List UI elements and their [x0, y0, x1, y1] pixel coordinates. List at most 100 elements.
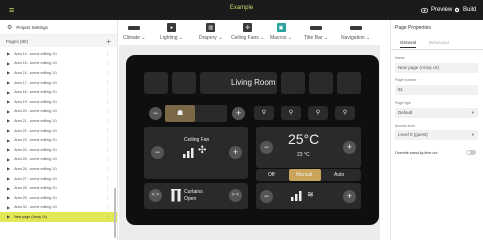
more-options-icon[interactable]: ⋮ [105, 195, 110, 201]
page-list-item[interactable]: ▶ Area 19 - scene editing 1/1 ⋮ [0, 97, 117, 107]
fan-minus-button[interactable]: − [151, 146, 164, 159]
empty-tile[interactable] [309, 72, 333, 94]
page-list-item[interactable]: ▶ Area 22 - scene editing 1/1 ⋮ [0, 126, 117, 136]
climate-fan-minus-button[interactable]: − [260, 190, 273, 203]
name-field[interactable]: New page (Array UI) [395, 63, 478, 73]
page-list-item[interactable]: ▶ Area 15 - scene editing 1/1 ⋮ [0, 59, 117, 69]
mode-manual-button[interactable]: Manual [289, 169, 321, 181]
more-options-icon[interactable]: ⋮ [105, 166, 110, 172]
page-type-select[interactable]: Default ▾ [395, 108, 478, 118]
more-options-icon[interactable]: ⋮ [105, 147, 110, 153]
more-options-icon[interactable]: ⋮ [105, 214, 110, 220]
toolbar-item-title-bar[interactable]: Title Bar ⌄ [304, 23, 328, 45]
sidebar-scrollbar[interactable] [114, 188, 116, 238]
tab-general[interactable]: General [400, 40, 417, 48]
more-options-icon[interactable]: ⋮ [105, 70, 110, 76]
override-timeout-toggle[interactable] [466, 150, 476, 155]
expand-arrow-icon[interactable]: ▶ [7, 51, 10, 56]
climate-minus-button[interactable]: − [260, 141, 273, 154]
empty-tile[interactable] [281, 72, 305, 94]
empty-tile[interactable] [337, 72, 361, 94]
access-level-select[interactable]: Level 0 (guest) ▾ [395, 130, 478, 140]
more-options-icon[interactable]: ⋮ [105, 99, 110, 105]
expand-arrow-icon[interactable]: ▶ [7, 61, 10, 66]
more-options-icon[interactable]: ⋮ [105, 204, 110, 210]
light-bulb-icon[interactable]: ⚲ [308, 106, 328, 120]
more-options-icon[interactable]: ⋮ [105, 60, 110, 66]
more-options-icon[interactable]: ⋮ [105, 137, 110, 143]
page-list-item[interactable]: ▶ Area 30 - scene editing 1/1 ⋮ [0, 203, 117, 213]
page-list-item[interactable]: ▶ Area 25 - scene editing 1/1 ⋮ [0, 155, 117, 165]
mode-off-button[interactable]: Off [268, 172, 275, 178]
preview-button[interactable]: Preview [421, 5, 452, 15]
climate-fan-plus-button[interactable]: + [343, 190, 356, 203]
expand-arrow-icon[interactable]: ▶ [7, 195, 10, 200]
page-list-item[interactable]: ▶ New page (Array UI) ⋮ [0, 212, 117, 222]
tab-behaviour[interactable]: Behaviour [429, 40, 449, 45]
more-options-icon[interactable]: ⋮ [105, 118, 110, 124]
expand-arrow-icon[interactable]: ▶ [7, 80, 10, 85]
brightness-plus-button[interactable]: + [232, 107, 245, 120]
expand-arrow-icon[interactable]: ▶ [7, 99, 10, 104]
mode-auto-button[interactable]: Auto [334, 172, 344, 178]
toolbar-item-macros[interactable]: ▣ Macros ⌄ [270, 23, 292, 45]
page-list-item[interactable]: ▶ Area 24 - scene editing 1/1 ⋮ [0, 145, 117, 155]
toolbar-item-drapery[interactable]: ▥ Drapery ⌄ [199, 23, 222, 45]
light-bulb-icon[interactable]: ⚲ [281, 106, 301, 120]
more-options-icon[interactable]: ⋮ [105, 185, 110, 191]
expand-arrow-icon[interactable]: ▶ [7, 214, 10, 219]
expand-arrow-icon[interactable]: ▶ [7, 138, 10, 143]
more-options-icon[interactable]: ⋮ [105, 156, 110, 162]
page-list-item[interactable]: ▶ Area 18 - scene editing 1/1 ⋮ [0, 87, 117, 97]
fan-plus-button[interactable]: + [229, 146, 242, 159]
page-number-field[interactable]: 81 [395, 85, 478, 95]
light-bulb-icon[interactable]: ⚲ [335, 106, 355, 120]
add-page-icon[interactable]: + [106, 37, 111, 46]
more-options-icon[interactable]: ⋮ [105, 108, 110, 114]
more-options-icon[interactable]: ⋮ [105, 80, 110, 86]
expand-arrow-icon[interactable]: ▶ [7, 90, 10, 95]
curtains-open-button[interactable]: < > [149, 189, 162, 202]
curtains-close-button[interactable]: > < [229, 189, 242, 202]
toolbar-item-navigation[interactable]: Navigation ⌄ [341, 23, 370, 45]
page-list-item[interactable]: ▶ Area 14 - scene editing 1/1 ⋮ [0, 49, 117, 59]
page-list-item[interactable]: ▶ Area 16 - scene editing 1/1 ⋮ [0, 68, 117, 78]
expand-arrow-icon[interactable]: ▶ [7, 157, 10, 162]
more-options-icon[interactable]: ⋮ [105, 128, 110, 134]
expand-arrow-icon[interactable]: ▶ [7, 109, 10, 114]
brightness-minus-button[interactable]: − [149, 107, 162, 120]
expand-arrow-icon[interactable]: ▶ [7, 128, 10, 133]
toolbar-item-lighting[interactable]: ● Lighting ⌄ [160, 23, 183, 45]
expand-arrow-icon[interactable]: ▶ [7, 186, 10, 191]
toolbar-item-ceiling-fans[interactable]: ✣ Ceiling Fans ⌄ [231, 23, 264, 45]
climate-plus-button[interactable]: + [343, 141, 356, 154]
more-options-icon[interactable]: ⋮ [105, 176, 110, 182]
page-list-item[interactable]: ▶ Area 27 - scene editing 1/1 ⋮ [0, 174, 117, 184]
page-list-item[interactable]: ▶ Area 29 - scene editing 1/1 ⋮ [0, 193, 117, 203]
pages-sidebar: ⚙ Project Settings Pages (80) + ▶ Area 14… [0, 20, 118, 240]
page-list-item[interactable]: ▶ Area 23 - scene editing 1/1 ⋮ [0, 135, 117, 145]
project-settings-button[interactable]: ⚙ Project Settings [0, 20, 117, 35]
expand-arrow-icon[interactable]: ▶ [7, 176, 10, 181]
override-timeout-label: Override stand-by time out [395, 151, 438, 155]
page-list-item[interactable]: ▶ Area 17 - scene editing 1/1 ⋮ [0, 78, 117, 88]
expand-arrow-icon[interactable]: ▶ [7, 166, 10, 171]
empty-tile[interactable] [172, 72, 196, 94]
empty-tile[interactable] [144, 72, 168, 94]
light-bulb-icon[interactable]: ⚲ [254, 106, 274, 120]
page-list-item[interactable]: ▶ Area 26 - scene editing 1/1 ⋮ [0, 164, 117, 174]
brightness-slider[interactable]: ☗ [165, 105, 227, 122]
build-button[interactable]: Build [454, 5, 476, 15]
expand-arrow-icon[interactable]: ▶ [7, 118, 10, 123]
page-list-item[interactable]: ▶ Area 20 - scene editing 1/1 ⋮ [0, 107, 117, 117]
page-list-item[interactable]: ▶ Area 21 - scene editing 1/1 ⋮ [0, 116, 117, 126]
expand-arrow-icon[interactable]: ▶ [7, 70, 10, 75]
more-options-icon[interactable]: ⋮ [105, 89, 110, 95]
expand-arrow-icon[interactable]: ▶ [7, 205, 10, 210]
more-options-icon[interactable]: ⋮ [105, 51, 110, 57]
page-list-item[interactable]: ▶ Area 28 - scene editing 1/1 ⋮ [0, 183, 117, 193]
toolbar-item-climate[interactable]: Climate ⌄ [123, 23, 146, 45]
curtains-label: Curtains [184, 189, 203, 195]
ceiling-fan-widget: Ceiling Fan − ✣ + [144, 127, 248, 179]
expand-arrow-icon[interactable]: ▶ [7, 147, 10, 152]
